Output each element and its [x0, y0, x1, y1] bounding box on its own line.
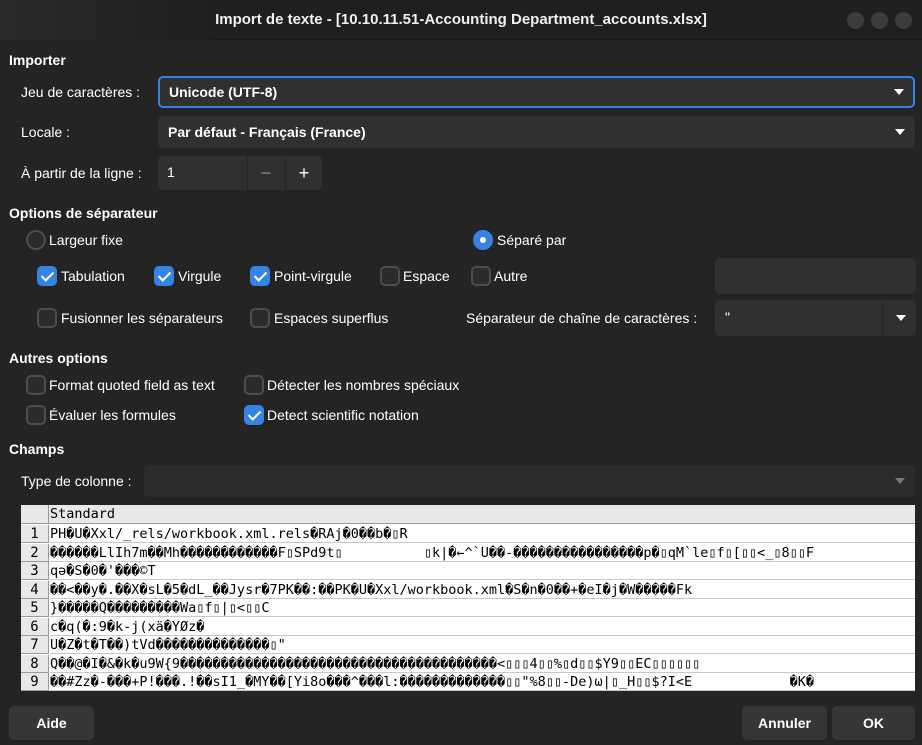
- section-other-options-title: Autres options: [9, 350, 108, 366]
- from-row-value[interactable]: 1: [167, 164, 175, 180]
- separated-by-label: Séparé par: [497, 232, 567, 248]
- preview-header: Standard: [21, 505, 915, 524]
- row-number[interactable]: 8: [21, 654, 49, 673]
- charset-value: Unicode (UTF-8): [169, 84, 278, 100]
- chevron-down-icon[interactable]: [896, 315, 906, 321]
- detect-special-numbers-label: Détecter les nombres spéciaux: [267, 377, 460, 393]
- table-row[interactable]: }�����Q���������Wa▯f▯|▯<▯▯C: [50, 599, 915, 617]
- title-bar: Import de texte - [10.10.11.51-Accountin…: [0, 0, 922, 40]
- trim-spaces-label: Espaces superflus: [274, 310, 389, 326]
- section-import-title: Importer: [9, 52, 66, 68]
- other-separator-input[interactable]: [715, 258, 916, 294]
- row-number[interactable]: 6: [21, 617, 49, 636]
- help-button[interactable]: Aide: [9, 706, 94, 740]
- chevron-down-icon: [894, 89, 904, 95]
- space-label: Espace: [403, 268, 450, 284]
- merge-delimiters-checkbox[interactable]: [37, 308, 57, 328]
- string-delimiter-combo[interactable]: ": [715, 300, 916, 336]
- space-checkbox[interactable]: [380, 266, 400, 286]
- evaluate-formulas-label: Évaluer les formules: [49, 407, 176, 423]
- fixed-width-label: Largeur fixe: [49, 232, 123, 248]
- from-row-label: À partir de la ligne :: [21, 165, 142, 181]
- table-row[interactable]: ��<��y�.��X�sL�5�dL_��Jysr�7PK��:��PK�U�…: [50, 581, 915, 599]
- column-header-standard[interactable]: Standard: [50, 505, 115, 524]
- data-preview-grid[interactable]: Standard 1 PH�U�Xxl/_rels/workbook.xml.re…: [21, 505, 915, 691]
- decrement-button[interactable]: −: [247, 156, 284, 190]
- fixed-width-radio[interactable]: [26, 230, 46, 250]
- row-number[interactable]: 9: [21, 673, 49, 691]
- trim-spaces-checkbox[interactable]: [250, 308, 270, 328]
- row-number[interactable]: 5: [21, 599, 49, 617]
- ok-button[interactable]: OK: [832, 706, 915, 740]
- separated-by-radio[interactable]: [473, 230, 493, 250]
- charset-combo[interactable]: Unicode (UTF-8): [158, 76, 915, 108]
- section-fields-title: Champs: [9, 441, 65, 457]
- column-type-label: Type de colonne :: [21, 473, 132, 489]
- close-button[interactable]: [895, 12, 912, 29]
- tab-label: Tabulation: [61, 268, 125, 284]
- semicolon-label: Point-virgule: [274, 268, 352, 284]
- table-row[interactable]: ������LlIh7m��Mh������������F▯SPd9t▯ ▯k|…: [50, 544, 915, 562]
- merge-delimiters-label: Fusionner les séparateurs: [61, 310, 223, 326]
- row-number[interactable]: 1: [21, 525, 49, 543]
- detect-scientific-label: Detect scientific notation: [267, 407, 419, 423]
- maximize-button[interactable]: [871, 12, 888, 29]
- other-label: Autre: [494, 268, 528, 284]
- row-number[interactable]: 3: [21, 562, 49, 580]
- row-number[interactable]: 4: [21, 580, 49, 599]
- corner-cell: [21, 505, 49, 524]
- table-row[interactable]: qə�S�0�'���©T: [50, 562, 915, 580]
- row-number[interactable]: 7: [21, 636, 49, 654]
- chevron-down-icon: [895, 129, 905, 135]
- from-row-spinbutton[interactable]: 1 − +: [158, 156, 322, 190]
- locale-value: Par défaut - Français (France): [168, 124, 366, 140]
- column-type-combo[interactable]: [144, 465, 915, 497]
- table-row[interactable]: U�Z�t�T��)tVd��������������▯": [50, 636, 915, 654]
- tab-checkbox[interactable]: [37, 266, 57, 286]
- quoted-as-text-checkbox[interactable]: [26, 375, 46, 395]
- comma-checkbox[interactable]: [154, 266, 174, 286]
- section-separator-title: Options de séparateur: [9, 205, 158, 221]
- table-row[interactable]: PH�U�Xxl/_rels/workbook.xml.rels�RAj�0��…: [50, 525, 915, 543]
- semicolon-checkbox[interactable]: [250, 266, 270, 286]
- row-number[interactable]: 2: [21, 543, 49, 562]
- cancel-button[interactable]: Annuler: [742, 706, 827, 740]
- string-delimiter-value[interactable]: ": [725, 309, 730, 325]
- increment-button[interactable]: +: [285, 156, 322, 190]
- combo-divider: [882, 300, 883, 336]
- other-checkbox[interactable]: [471, 266, 491, 286]
- table-row[interactable]: ��#Zz�-���+P!���.!��sI1_�MY��[Yi8o���^��…: [50, 673, 915, 691]
- table-row[interactable]: c�q(�:9�k-j(xä�YØz�: [50, 618, 915, 636]
- comma-label: Virgule: [178, 268, 222, 284]
- quoted-as-text-label: Format quoted field as text: [49, 377, 215, 393]
- chevron-down-icon: [895, 478, 905, 484]
- window-title: Import de texte - [10.10.11.51-Accountin…: [215, 11, 707, 28]
- locale-combo[interactable]: Par défaut - Français (France): [158, 116, 915, 148]
- string-delimiter-label: Séparateur de chaîne de caractères :: [466, 310, 698, 326]
- locale-label: Locale :: [21, 124, 71, 140]
- detect-special-numbers-checkbox[interactable]: [244, 375, 264, 395]
- evaluate-formulas-checkbox[interactable]: [26, 405, 46, 425]
- detect-scientific-checkbox[interactable]: [244, 405, 264, 425]
- charset-label: Jeu de caractères :: [21, 84, 141, 100]
- minimize-button[interactable]: [847, 12, 864, 29]
- table-row[interactable]: Q��@�I�&�k�u9W{9������������������������…: [50, 655, 915, 673]
